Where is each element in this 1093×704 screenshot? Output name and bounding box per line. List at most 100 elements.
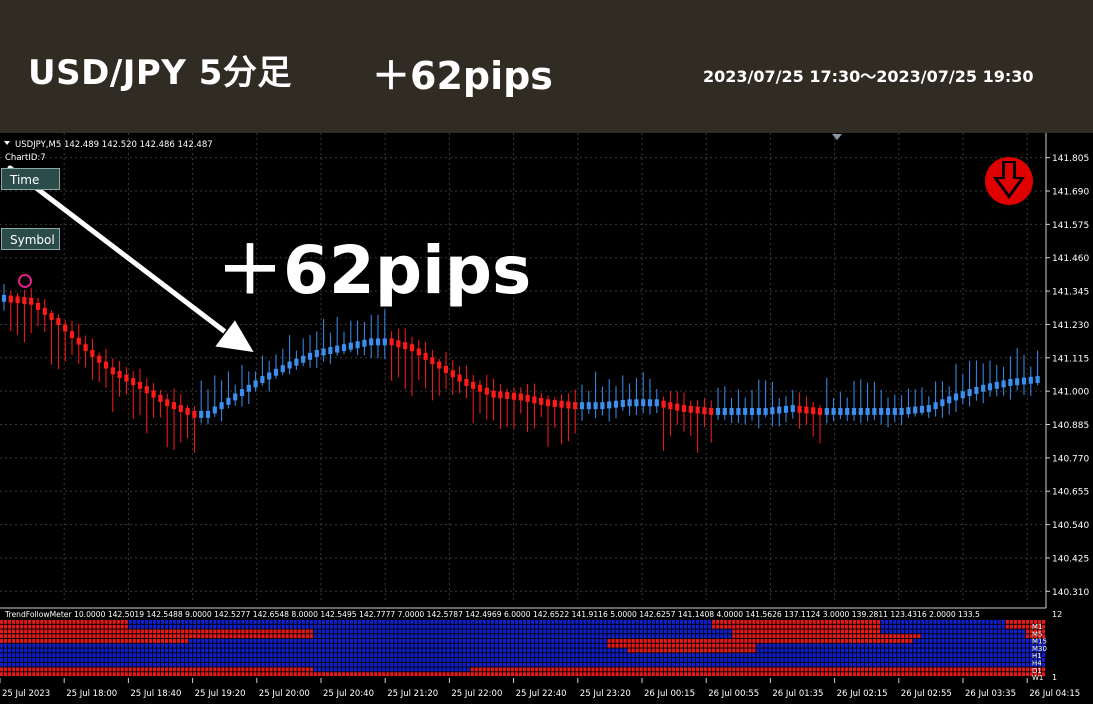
- meter-cell: [844, 624, 848, 629]
- candle-body: [994, 381, 999, 389]
- meter-cell: [510, 658, 515, 662]
- meter-cell: [784, 672, 788, 677]
- meter-cell: [116, 662, 120, 667]
- meter-cell: [458, 620, 462, 624]
- meter-cell: [434, 658, 438, 662]
- meter-cell: [261, 629, 265, 634]
- meter-cell: [213, 620, 217, 624]
- candle-body: [83, 344, 88, 352]
- candle-body: [627, 399, 632, 407]
- meter-cell: [390, 639, 394, 643]
- candle-body: [913, 406, 918, 414]
- meter-cell: [977, 643, 981, 648]
- meter-cell: [104, 653, 108, 658]
- meter-cell: [619, 620, 623, 624]
- meter-cell: [909, 658, 913, 662]
- meter-cell: [209, 620, 213, 624]
- meter-cell: [740, 653, 744, 658]
- meter-cell: [502, 639, 507, 643]
- meter-cell: [386, 672, 390, 677]
- meter-cell: [720, 624, 724, 629]
- meter-cell: [736, 639, 740, 643]
- candle-body: [199, 410, 204, 418]
- meter-cell: [321, 624, 325, 629]
- price-chart[interactable]: 141.805141.690141.575141.460141.345141.2…: [0, 133, 1093, 700]
- meter-cell: [0, 648, 4, 653]
- meter-cell: [804, 667, 808, 672]
- meter-cell: [764, 634, 768, 639]
- meter-cell: [675, 658, 679, 662]
- meter-cell: [740, 643, 744, 648]
- meter-cell: [454, 634, 458, 639]
- meter-cell: [478, 662, 482, 667]
- meter-cell: [281, 643, 285, 648]
- meter-cell: [301, 658, 305, 662]
- meter-cell: [140, 672, 144, 677]
- meter-cell: [744, 653, 748, 658]
- meter-cell: [414, 672, 418, 677]
- meter-cell: [116, 620, 120, 624]
- meter-cell: [623, 634, 627, 639]
- meter-cell: [575, 639, 579, 643]
- meter-cell: [953, 629, 957, 634]
- symbol-button[interactable]: Symbol: [1, 228, 60, 250]
- meter-cell: [354, 639, 358, 643]
- meter-cell: [261, 658, 265, 662]
- meter-cell: [687, 639, 692, 643]
- meter-cell: [386, 639, 390, 643]
- meter-cell: [716, 662, 720, 667]
- meter-cell: [712, 634, 716, 639]
- meter-cell: [555, 639, 559, 643]
- meter-cell: [96, 658, 100, 662]
- meter-cell: [333, 658, 338, 662]
- meter-cell: [502, 624, 507, 629]
- chart-shift-marker[interactable]: [832, 134, 842, 140]
- meter-cell: [374, 629, 378, 634]
- meter-cell: [245, 629, 249, 634]
- meter-cell: [844, 653, 848, 658]
- meter-cell: [788, 658, 792, 662]
- meter-cell: [832, 672, 836, 677]
- meter-cell: [828, 658, 832, 662]
- meter-cell: [539, 658, 543, 662]
- meter-cell: [156, 653, 161, 658]
- meter-cell: [205, 620, 209, 624]
- meter-cell: [84, 639, 88, 643]
- meter-cell: [285, 653, 289, 658]
- meter-cell: [36, 629, 40, 634]
- candle-body: [865, 407, 870, 415]
- meter-cell: [627, 662, 631, 667]
- meter-cell: [100, 667, 104, 672]
- meter-cell: [873, 639, 877, 643]
- meter-cell: [623, 662, 627, 667]
- meter-cell: [80, 653, 84, 658]
- meter-cell: [587, 629, 591, 634]
- meter-cell: [233, 662, 237, 667]
- meter-cell: [555, 620, 559, 624]
- info-dropdown-icon[interactable]: [4, 141, 10, 145]
- meter-cell: [124, 667, 128, 672]
- meter-cell: [132, 639, 136, 643]
- meter-cell: [647, 662, 651, 667]
- meter-cell: [100, 648, 104, 653]
- meter-cell: [571, 639, 575, 643]
- meter-cell: [933, 658, 937, 662]
- meter-cell: [989, 658, 993, 662]
- time-button[interactable]: Time: [1, 168, 60, 190]
- chart-window[interactable]: 141.805 141.690 141.575 141.460 141.345 141.2…: [0, 133, 1093, 700]
- meter-cell: [973, 658, 977, 662]
- meter-cell: [345, 648, 350, 653]
- meter-cell: [249, 634, 253, 639]
- meter-cell: [104, 639, 108, 643]
- meter-cell: [32, 639, 36, 643]
- meter-cell: [700, 634, 704, 639]
- meter-cell: [301, 620, 305, 624]
- meter-cell: [185, 653, 189, 658]
- meter-cell: [209, 629, 213, 634]
- meter-cell: [788, 620, 792, 624]
- meter-cell: [848, 658, 852, 662]
- meter-cell: [683, 620, 688, 624]
- meter-cell: [527, 629, 531, 634]
- meter-cell: [700, 639, 704, 643]
- meter-cell: [354, 653, 358, 658]
